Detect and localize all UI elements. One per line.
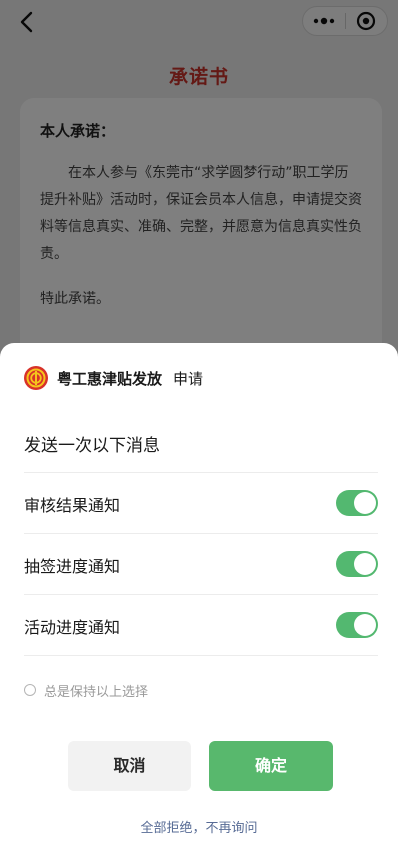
notification-label: 抽签进度通知 xyxy=(24,557,121,576)
divider xyxy=(24,655,378,656)
reject-all-link[interactable]: 全部拒绝，不再询问 xyxy=(0,817,398,836)
app-action-label: 申请 xyxy=(173,369,204,388)
app-info-row: 粤工惠津贴发放 申请 xyxy=(24,365,203,391)
cancel-button[interactable]: 取消 xyxy=(68,741,191,791)
keep-choice-option[interactable]: 总是保持以上选择 xyxy=(24,680,148,700)
notification-label: 活动进度通知 xyxy=(24,618,121,637)
notification-row-lottery-progress: 抽签进度通知 xyxy=(24,534,378,594)
notification-row-review-result: 审核结果通知 xyxy=(24,473,378,533)
notification-label: 审核结果通知 xyxy=(24,496,121,515)
confirm-button[interactable]: 确定 xyxy=(209,741,333,791)
union-logo-icon xyxy=(24,366,48,390)
keep-choice-label: 总是保持以上选择 xyxy=(44,684,149,700)
notification-row-activity-progress: 活动进度通知 xyxy=(24,595,378,655)
activity-progress-toggle[interactable] xyxy=(336,612,378,638)
send-title: 发送一次以下消息 xyxy=(24,436,160,456)
keep-choice-radio[interactable] xyxy=(24,684,36,696)
lottery-progress-toggle[interactable] xyxy=(336,551,378,577)
subscribe-message-sheet: 粤工惠津贴发放 申请 发送一次以下消息 审核结果通知 抽签进度通知 活动进度通知… xyxy=(0,343,398,866)
app-name: 粤工惠津贴发放 xyxy=(57,369,163,388)
toggle-knob xyxy=(354,553,376,575)
toggle-knob xyxy=(354,614,376,636)
toggle-knob xyxy=(354,492,376,514)
review-result-toggle[interactable] xyxy=(336,490,378,516)
